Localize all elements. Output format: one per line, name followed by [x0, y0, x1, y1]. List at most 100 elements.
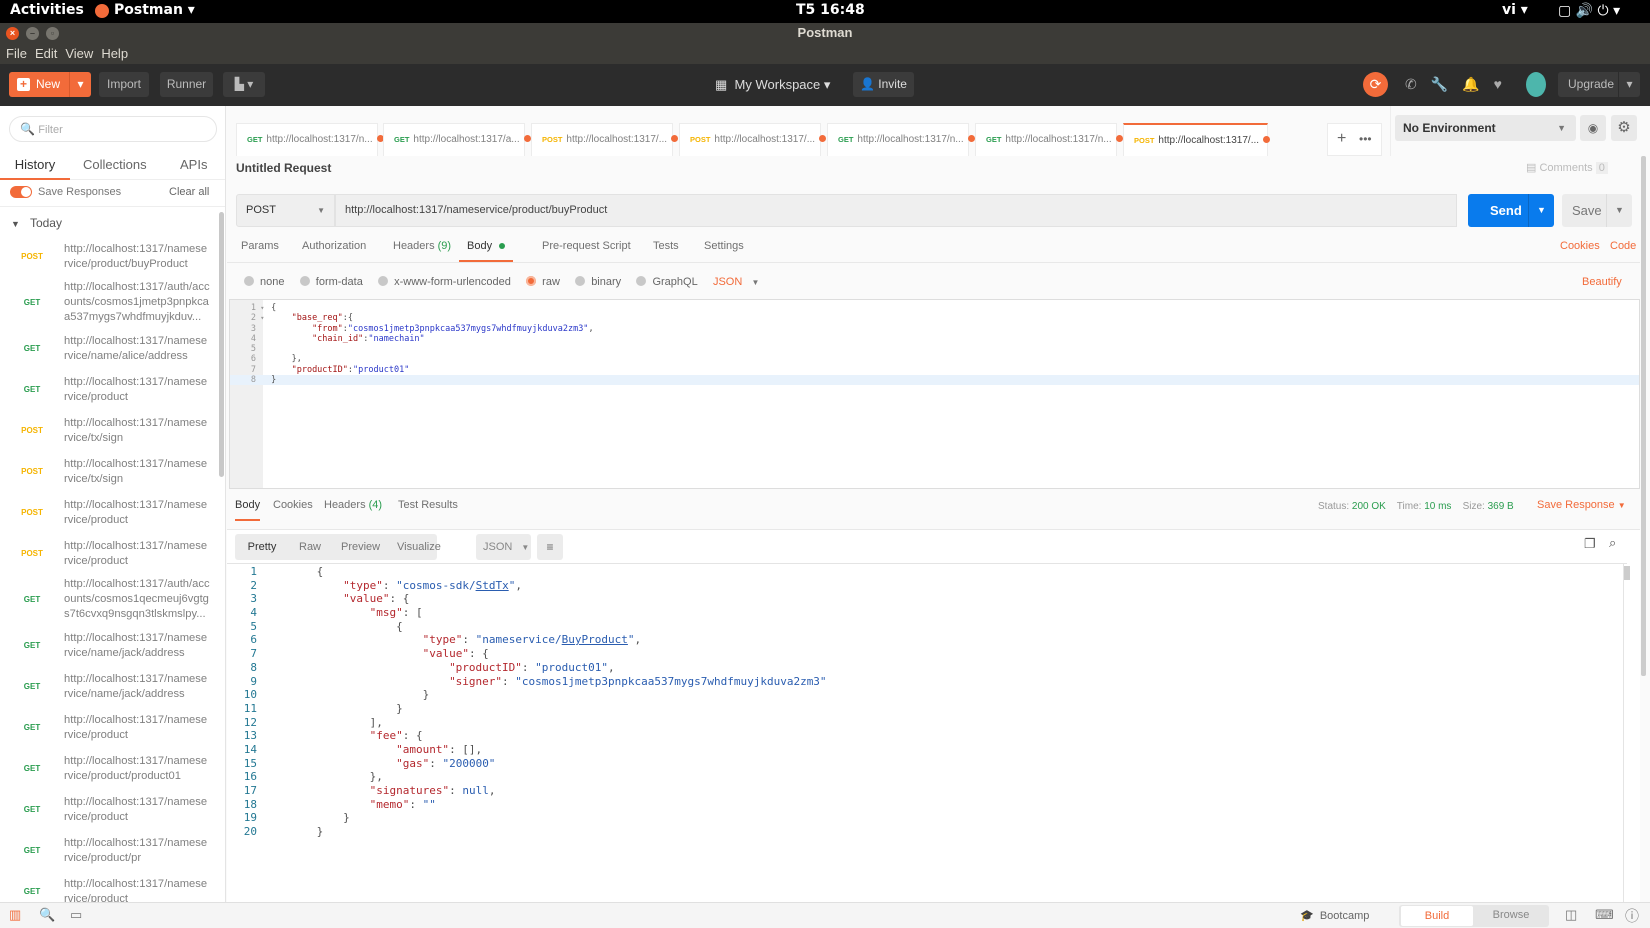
view-preview[interactable]: Preview — [341, 534, 380, 560]
history-item[interactable]: POST http://localhost:1317/nameservice/pr… — [0, 533, 218, 574]
two-pane-view-icon[interactable]: ◫ — [1565, 907, 1577, 923]
console-icon[interactable]: ▭ — [70, 907, 82, 923]
history-item[interactable]: GET http://localhost:1317/nameservice/pro… — [0, 707, 218, 748]
history-item[interactable]: GET http://localhost:1317/nameservice/pro… — [0, 748, 218, 789]
radio-graphql[interactable]: GraphQL — [636, 276, 698, 288]
tab-headers[interactable]: Headers (9) — [393, 240, 451, 252]
request-tab[interactable]: GET http://localhost:1317/n... — [975, 123, 1123, 156]
upgrade-button[interactable]: Upgrade ▾ — [1558, 72, 1640, 97]
request-tab[interactable]: GET http://localhost:1317/a... — [383, 123, 531, 156]
search-response-icon[interactable]: ⌕ — [1609, 535, 1616, 551]
settings-wrench-icon[interactable]: 🔧 — [1431, 76, 1462, 92]
beautify-link[interactable]: Beautify — [1582, 276, 1622, 288]
radio-x-www-form-urlencoded[interactable]: x-www-form-urlencoded — [378, 276, 511, 288]
interceptor-icon[interactable]: ✆ — [1405, 76, 1431, 92]
radio-binary[interactable]: binary — [575, 276, 621, 288]
copy-icon[interactable]: ❐ — [1584, 536, 1596, 552]
new-window-button[interactable]: ▙ ▾ — [223, 72, 265, 97]
code-link[interactable]: Code — [1610, 240, 1636, 252]
minimize-window-icon[interactable]: – — [26, 27, 39, 40]
request-body-editor[interactable]: 1 ▾ {2 ▾ "base_req":{3 "from":"cosmos1jm… — [229, 299, 1640, 489]
save-dropdown-icon[interactable]: ▼ — [1606, 194, 1632, 227]
language-indicator[interactable]: vi ▾ — [1502, 2, 1528, 18]
wrap-lines-icon[interactable]: ≡ — [537, 534, 563, 560]
tab-apis[interactable]: APIs — [180, 157, 207, 172]
response-code-viewer[interactable]: 1 {2 "type": "cosmos-sdk/StdTx", 3 "value… — [227, 563, 1627, 839]
view-pretty[interactable]: Pretty — [235, 534, 289, 560]
save-response-button[interactable]: Save Response ▼ — [1537, 499, 1626, 511]
new-dropdown-icon[interactable]: ▾ — [69, 72, 91, 97]
clear-all-button[interactable]: Clear all — [169, 186, 209, 198]
cookies-link[interactable]: Cookies — [1560, 240, 1600, 252]
response-tab-test-results[interactable]: Test Results — [398, 499, 458, 511]
request-tab[interactable]: GET http://localhost:1317/n... — [827, 123, 975, 156]
method-select[interactable]: POST ▼ — [236, 194, 335, 227]
runner-button[interactable]: Runner — [160, 72, 213, 97]
build-mode-button[interactable]: Build — [1401, 906, 1473, 926]
history-item[interactable]: POST http://localhost:1317/nameservice/pr… — [0, 492, 218, 533]
tab-collections[interactable]: Collections — [83, 157, 147, 172]
history-item[interactable]: POST http://localhost:1317/nameservice/tx… — [0, 410, 218, 451]
clock[interactable]: T5 16:48 — [796, 2, 865, 18]
maximize-window-icon[interactable]: ▫ — [46, 27, 59, 40]
response-format-select[interactable]: JSON ▼ — [476, 534, 531, 560]
send-dropdown-icon[interactable]: ▼ — [1528, 194, 1554, 227]
new-tab-icon[interactable]: + — [1337, 124, 1346, 154]
history-item[interactable]: POST http://localhost:1317/nameservice/pr… — [0, 236, 218, 277]
history-item[interactable]: GET http://localhost:1317/nameservice/nam… — [0, 666, 218, 707]
history-item[interactable]: GET http://localhost:1317/nameservice/nam… — [0, 625, 218, 666]
app-menu[interactable]: Postman ▾ — [114, 2, 195, 18]
history-item[interactable]: GET http://localhost:1317/nameservice/nam… — [0, 328, 218, 369]
history-item[interactable]: GET http://localhost:1317/auth/accounts/c… — [0, 574, 218, 625]
response-tab-body[interactable]: Body — [235, 499, 261, 521]
environment-select[interactable]: No Environment ▼ — [1395, 115, 1576, 141]
send-button[interactable]: Send ▼ — [1468, 194, 1554, 227]
tab-tests[interactable]: Tests — [653, 240, 679, 252]
format-select[interactable]: JSON ▼ — [713, 276, 759, 288]
sync-icon[interactable]: ⟳ — [1363, 72, 1388, 97]
history-group-today[interactable]: ▼ Today — [11, 216, 62, 230]
view-raw[interactable]: Raw — [299, 534, 321, 560]
history-item[interactable]: POST http://localhost:1317/nameservice/tx… — [0, 451, 218, 492]
menu-view[interactable]: View — [65, 46, 93, 61]
history-item[interactable]: GET http://localhost:1317/auth/accounts/c… — [0, 277, 218, 328]
help-icon[interactable]: ⓘ — [1625, 906, 1639, 926]
response-tab-headers[interactable]: Headers (4) — [324, 499, 382, 511]
history-item[interactable]: GET http://localhost:1317/nameservice/pro… — [0, 789, 218, 830]
close-window-icon[interactable]: × — [6, 27, 19, 40]
import-button[interactable]: Import — [99, 72, 149, 97]
new-button[interactable]: + New ▾ — [9, 72, 91, 97]
url-input[interactable]: http://localhost:1317/nameservice/produc… — [335, 194, 1457, 227]
activities-button[interactable]: Activities — [10, 2, 84, 18]
tab-history[interactable]: History — [0, 157, 70, 180]
comments-button[interactable]: ▤ Comments 0 — [1526, 161, 1608, 174]
keyboard-shortcuts-icon[interactable]: ⌨ — [1595, 907, 1614, 923]
request-tab[interactable]: GET http://localhost:1317/n... — [236, 123, 384, 156]
save-button[interactable]: Save ▼ — [1562, 194, 1632, 227]
tab-settings[interactable]: Settings — [704, 240, 744, 252]
main-scrollbar[interactable] — [1641, 156, 1646, 676]
tab-params[interactable]: Params — [241, 240, 279, 252]
history-item[interactable]: GET http://localhost:1317/nameservice/pro… — [0, 830, 218, 871]
bootcamp-button[interactable]: 🎓 Bootcamp — [1300, 909, 1369, 922]
filter-input[interactable]: 🔍 Filter — [9, 116, 217, 142]
avatar[interactable] — [1526, 72, 1546, 97]
tab-authorization[interactable]: Authorization — [302, 240, 366, 252]
radio-none[interactable]: none — [244, 276, 284, 288]
sidebar-scrollbar[interactable] — [219, 212, 224, 477]
menu-file[interactable]: File — [6, 46, 27, 61]
menu-edit[interactable]: Edit — [35, 46, 57, 61]
response-scrollbar[interactable] — [1624, 566, 1630, 580]
request-tab[interactable]: POST http://localhost:1317/... — [1123, 123, 1271, 156]
invite-button[interactable]: 👤 Invite — [853, 72, 914, 97]
response-tab-cookies[interactable]: Cookies — [273, 499, 313, 511]
environment-quick-look-eye-icon[interactable]: ◉ — [1580, 115, 1606, 141]
radio-raw[interactable]: raw — [526, 276, 560, 288]
more-tabs-icon[interactable]: ••• — [1359, 124, 1372, 154]
tab-pre-request-script[interactable]: Pre-request Script — [542, 240, 631, 252]
history-item[interactable]: GET http://localhost:1317/nameservice/pro… — [0, 369, 218, 410]
heart-icon[interactable]: ♥ — [1494, 76, 1516, 92]
history-item[interactable]: GET http://localhost:1317/nameservice/pro… — [0, 871, 218, 903]
system-tray-icons[interactable]: ▢ 🔊 ⏻ ▾ — [1558, 3, 1620, 19]
menu-help[interactable]: Help — [101, 46, 128, 61]
